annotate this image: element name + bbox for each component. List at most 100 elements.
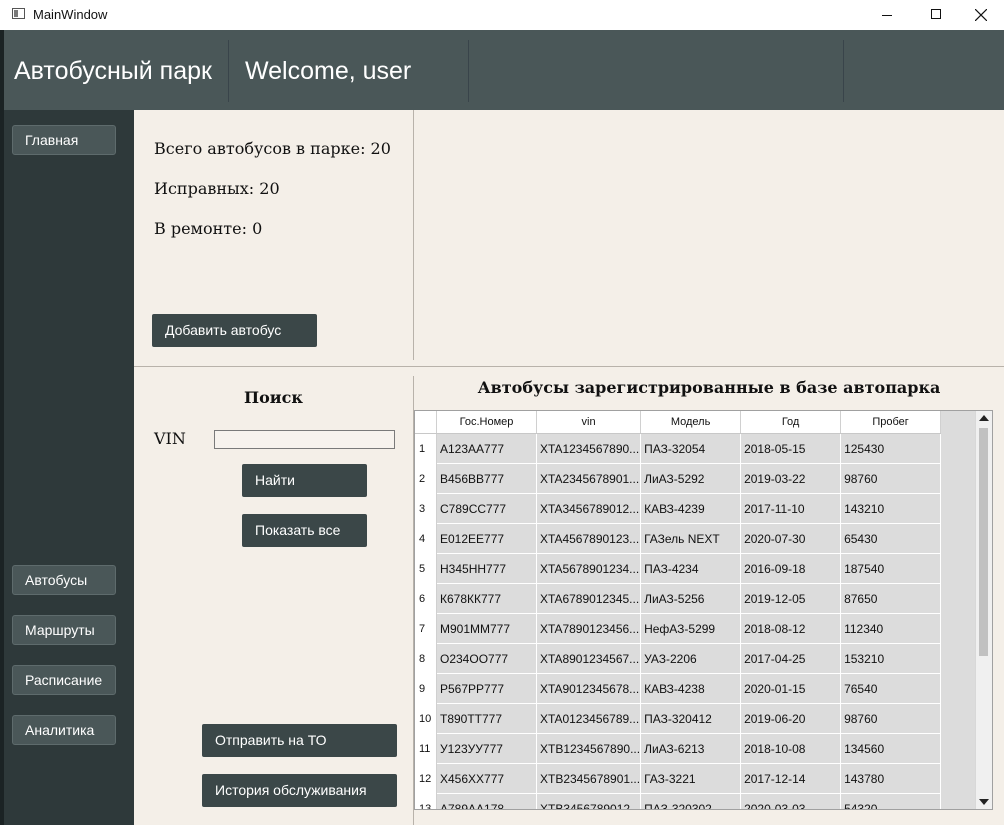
table-cell[interactable]: 143210 — [840, 493, 942, 524]
table-cell[interactable]: НефАЗ-5299 — [640, 613, 742, 644]
table-row[interactable]: 13 А789АА178 XTB3456789012... ПАЗ-320302 202… — [415, 793, 942, 809]
table-row[interactable]: 3 С789СС777 XTA3456789012... КАВЗ-4239 2017-… — [415, 493, 942, 524]
close-button[interactable] — [958, 0, 1004, 30]
table-cell[interactable]: XTA7890123456... — [536, 613, 642, 644]
table-cell[interactable]: ПАЗ-320302 — [640, 793, 742, 809]
table-cell[interactable]: КАВЗ-4239 — [640, 493, 742, 524]
table-cell[interactable]: КАВЗ-4238 — [640, 673, 742, 704]
table-cell[interactable]: О234ОО777 — [436, 643, 537, 674]
table-cell[interactable]: XTA4567890123... — [536, 523, 642, 554]
sidebar-item-buses[interactable]: Автобусы — [12, 565, 116, 595]
table-cell[interactable]: Т890ТТ777 — [436, 703, 537, 734]
table-cell[interactable]: ГАЗ-3221 — [640, 763, 742, 794]
table-cell[interactable]: УАЗ-2206 — [640, 643, 742, 674]
table-cell[interactable]: ГАЗель NEXT — [640, 523, 742, 554]
table-cell[interactable]: Х456ХХ777 — [436, 763, 537, 794]
table-cell[interactable]: 2018-08-12 — [740, 613, 842, 644]
column-header-mileage[interactable]: Пробег — [840, 411, 942, 434]
table-cell[interactable]: Р567РР777 — [436, 673, 537, 704]
sidebar-item-home[interactable]: Главная — [12, 125, 116, 155]
table-cell[interactable]: XTA5678901234... — [536, 553, 642, 584]
table-cell[interactable]: 143780 — [840, 763, 942, 794]
table-cell[interactable]: 2017-04-25 — [740, 643, 842, 674]
table-cell[interactable]: ПАЗ-32054 — [640, 433, 742, 464]
scrollbar-thumb[interactable] — [979, 428, 988, 656]
table-cell[interactable]: 2019-12-05 — [740, 583, 842, 614]
table-cell[interactable]: 2020-07-30 — [740, 523, 842, 554]
table-cell[interactable]: 187540 — [840, 553, 942, 584]
row-number[interactable]: 3 — [415, 493, 437, 524]
table-cell[interactable]: М901ММ777 — [436, 613, 537, 644]
column-header-model[interactable]: Модель — [640, 411, 742, 434]
table-cell[interactable]: XTA0123456789... — [536, 703, 642, 734]
table-cell[interactable]: 153210 — [840, 643, 942, 674]
table-cell[interactable]: 98760 — [840, 703, 942, 734]
buses-table[interactable]: Гос.Номер vin Модель Год Пробег 1 А123АА7… — [414, 410, 993, 810]
row-number[interactable]: 11 — [415, 733, 437, 764]
table-cell[interactable]: 2017-12-14 — [740, 763, 842, 794]
add-bus-button[interactable]: Добавить автобус — [152, 314, 317, 347]
maximize-button[interactable] — [913, 0, 959, 30]
table-cell[interactable]: У123УУ777 — [436, 733, 537, 764]
table-row[interactable]: 4 Е012ЕЕ777 XTA4567890123... ГАЗель NEXT 202… — [415, 523, 942, 554]
minimize-button[interactable] — [864, 0, 910, 30]
table-cell[interactable]: ЛиАЗ-6213 — [640, 733, 742, 764]
row-number[interactable]: 1 — [415, 433, 437, 464]
table-cell[interactable]: 54320 — [840, 793, 942, 809]
table-cell[interactable]: ЛиАЗ-5292 — [640, 463, 742, 494]
column-header-year[interactable]: Год — [740, 411, 842, 434]
scroll-down-arrow-icon[interactable] — [979, 799, 989, 805]
row-number[interactable]: 7 — [415, 613, 437, 644]
row-number[interactable]: 13 — [415, 793, 437, 809]
table-cell[interactable]: 2018-10-08 — [740, 733, 842, 764]
table-row[interactable]: 12 Х456ХХ777 XTB2345678901... ГАЗ-3221 2017-… — [415, 763, 942, 794]
row-number[interactable]: 6 — [415, 583, 437, 614]
sidebar-item-routes[interactable]: Маршруты — [12, 615, 116, 645]
table-cell[interactable]: 134560 — [840, 733, 942, 764]
table-cell[interactable]: ПАЗ-320412 — [640, 703, 742, 734]
table-cell[interactable]: 2016-09-18 — [740, 553, 842, 584]
table-cell[interactable]: А789АА178 — [436, 793, 537, 809]
table-cell[interactable]: ПАЗ-4234 — [640, 553, 742, 584]
table-row[interactable]: 11 У123УУ777 XTB1234567890... ЛиАЗ-6213 2018… — [415, 733, 942, 764]
row-number[interactable]: 4 — [415, 523, 437, 554]
column-header-plate[interactable]: Гос.Номер — [436, 411, 537, 434]
table-row[interactable]: 9 Р567РР777 XTA9012345678... КАВЗ-4238 2020-… — [415, 673, 942, 704]
table-cell[interactable]: XTB2345678901... — [536, 763, 642, 794]
table-cell[interactable]: 2020-03-03 — [740, 793, 842, 809]
table-cell[interactable]: 125430 — [840, 433, 942, 464]
table-cell[interactable]: XTA9012345678... — [536, 673, 642, 704]
table-vertical-scrollbar[interactable] — [975, 411, 992, 809]
send-to-service-button[interactable]: Отправить на ТО — [202, 724, 397, 757]
table-cell[interactable]: XTA3456789012... — [536, 493, 642, 524]
table-cell[interactable]: XTA1234567890... — [536, 433, 642, 464]
vin-search-input[interactable] — [214, 430, 395, 449]
table-row[interactable]: 8 О234ОО777 XTA8901234567... УАЗ-2206 2017-0… — [415, 643, 942, 674]
show-all-button[interactable]: Показать все — [242, 514, 367, 547]
table-cell[interactable]: XTA2345678901... — [536, 463, 642, 494]
table-cell[interactable]: 87650 — [840, 583, 942, 614]
table-row[interactable]: 7 М901ММ777 XTA7890123456... НефАЗ-5299 2018… — [415, 613, 942, 644]
table-cell[interactable]: 2018-05-15 — [740, 433, 842, 464]
table-cell[interactable]: ЛиАЗ-5256 — [640, 583, 742, 614]
table-cell[interactable]: 76540 — [840, 673, 942, 704]
table-cell[interactable]: 65430 — [840, 523, 942, 554]
table-cell[interactable]: В456ВВ777 — [436, 463, 537, 494]
sidebar-item-schedule[interactable]: Расписание — [12, 665, 116, 695]
table-cell[interactable]: Н345НН777 — [436, 553, 537, 584]
table-cell[interactable]: 2019-06-20 — [740, 703, 842, 734]
row-number[interactable]: 10 — [415, 703, 437, 734]
table-cell[interactable]: XTA6789012345... — [536, 583, 642, 614]
table-cell[interactable]: 98760 — [840, 463, 942, 494]
table-cell[interactable]: 2017-11-10 — [740, 493, 842, 524]
table-cell[interactable]: 2019-03-22 — [740, 463, 842, 494]
table-cell[interactable]: А123АА777 — [436, 433, 537, 464]
table-row[interactable]: 10 Т890ТТ777 XTA0123456789... ПАЗ-320412 201… — [415, 703, 942, 734]
table-cell[interactable]: XTB3456789012... — [536, 793, 642, 809]
scroll-up-arrow-icon[interactable] — [979, 415, 989, 421]
sidebar-item-analytics[interactable]: Аналитика — [12, 715, 116, 745]
table-cell[interactable]: XTB1234567890... — [536, 733, 642, 764]
row-number[interactable]: 8 — [415, 643, 437, 674]
table-row[interactable]: 1 А123АА777 XTA1234567890... ПАЗ-32054 2018-… — [415, 433, 942, 464]
row-number[interactable]: 12 — [415, 763, 437, 794]
